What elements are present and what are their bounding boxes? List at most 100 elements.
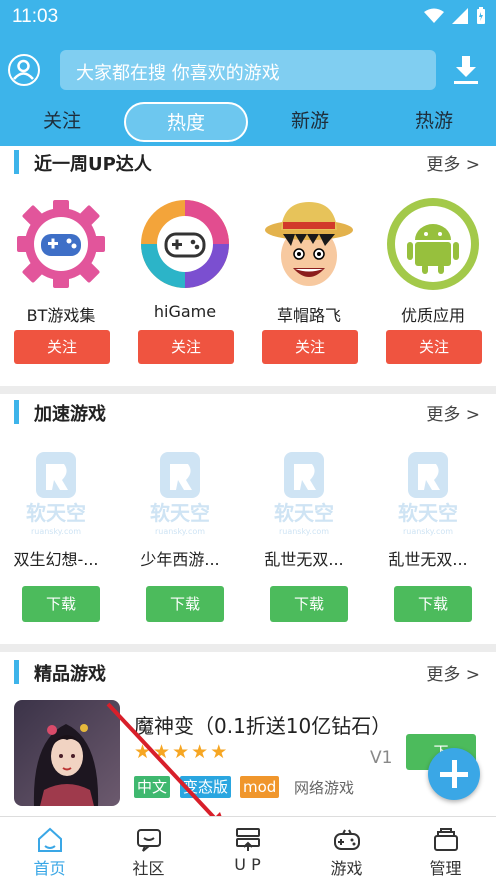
nav-label: 首页 [33,859,66,878]
ruansky-logo-icon: 软天空 ruansky.com [12,450,100,540]
section-accent [14,660,19,684]
star-icon: ★ [153,741,171,763]
nav-up[interactable]: U P [198,817,297,882]
ruansky-logo-icon: 软天空 ruansky.com [136,450,224,540]
gamepad-icon [334,829,360,850]
up-name: BT游戏集 [26,306,96,325]
nav-label: 管理 [429,859,462,878]
up-name: 优质应用 [400,306,465,325]
signal-icon [452,8,468,24]
game-name: 乱世无双... [264,550,344,569]
logo-sub: ruansky.com [279,527,329,536]
search-placeholder: 大家都在搜 你喜欢的游戏 [76,63,280,84]
tab-hot[interactable]: 热度 [124,102,248,142]
tab-popular[interactable]: 热游 [372,102,496,142]
higame-icon [141,200,229,288]
tag-bt: 变态版 [180,776,232,798]
game-cover-image [14,700,120,806]
android-icon [387,198,479,290]
bottom-nav: 首页 社区 U P 游戏 管理 [0,816,496,882]
category-tabs: 关注 热度 新游 热游 [0,102,496,142]
system-icons [424,7,486,25]
section-accent [14,150,19,174]
download-button[interactable]: 下载 [270,586,348,622]
star-icon: ★ [172,741,190,763]
nav-label: 社区 [132,859,165,878]
more-link[interactable]: 更多 > [426,400,480,425]
up-item[interactable]: 优质应用 关注 [378,194,488,374]
tab-new[interactable]: 新游 [248,102,372,142]
follow-button[interactable]: 关注 [138,330,234,364]
logo-text: 软天空 [398,501,458,525]
up-item[interactable]: 草帽路飞 关注 [254,194,364,374]
nav-label: 游戏 [330,859,363,878]
game-item[interactable]: 软天空 ruansky.com 乱世无双... 下载 [248,450,358,630]
logo-sub: ruansky.com [31,527,81,536]
star-icon: ★ [210,741,228,763]
ruansky-logo-icon: 软天空 ruansky.com [384,450,472,540]
game-item[interactable]: 软天空 ruansky.com 乱世无双... 下载 [372,450,482,630]
logo-text: 软天空 [26,501,86,525]
search-input[interactable]: 大家都在搜 你喜欢的游戏 [60,50,436,90]
game-name: 少年西游... [140,550,220,569]
nav-manage[interactable]: 管理 [396,817,495,882]
star-icon: ★ [134,741,152,763]
up-item[interactable]: BT游戏集 关注 [6,194,116,374]
download-button[interactable]: 下载 [394,586,472,622]
game-category: 网络游戏 [294,779,355,797]
wifi-icon [424,8,444,23]
battery-icon [477,7,485,24]
featured-section: 精品游戏 更多 > 魔神变（0.1折送10亿钻石） ★ ★ ★ ★ ★ V1 中文 变态… [0,652,496,816]
game-name: 乱世无双... [388,550,468,569]
community-icon [137,829,161,852]
up-name: 草帽路飞 [276,306,341,325]
manage-icon [434,828,458,851]
plus-icon [440,760,468,788]
follow-button[interactable]: 关注 [14,330,110,364]
up-section: 近一周UP达人 更多 > BT游戏集 关注 hiGame 关注 草帽路飞 关注 … [0,146,496,386]
up-item[interactable]: hiGame 关注 [130,194,240,374]
up-icon [236,828,260,851]
speed-games-section: 加速游戏 更多 > 软天空 ruansky.com 双生幻想-... 下载 软天… [0,394,496,644]
section-title: 精品游戏 [34,664,106,685]
version-label: V1 [370,748,393,768]
add-fab-button[interactable] [428,748,480,800]
rating-stars: ★ ★ ★ ★ ★ [134,742,227,762]
more-link[interactable]: 更多 > [426,660,480,685]
logo-text: 软天空 [150,501,210,525]
download-button[interactable]: 下载 [22,586,100,622]
app-header: 11:03 大家都在搜 你喜欢的游戏 关注 热度 新游 热游 [0,0,496,146]
nav-label: U P [234,855,261,874]
home-icon [38,827,62,852]
download-button[interactable]: 下载 [146,586,224,622]
nav-games[interactable]: 游戏 [297,817,396,882]
nav-community[interactable]: 社区 [99,817,198,882]
game-item[interactable]: 软天空 ruansky.com 双生幻想-... 下载 [0,450,110,630]
ruansky-logo-icon: 软天空 ruansky.com [260,450,348,540]
section-accent [14,400,19,424]
featured-game-row[interactable]: 魔神变（0.1折送10亿钻石） ★ ★ ★ ★ ★ V1 中文 变态版 mod 网络游戏… [0,698,496,812]
star-icon: ★ [191,741,209,763]
tag-mod: mod [240,776,280,798]
tag-chinese: 中文 [134,776,171,798]
follow-button[interactable]: 关注 [386,330,482,364]
download-icon[interactable] [452,54,480,86]
logo-text: 软天空 [274,501,334,525]
gear-gamepad-icon [17,200,105,288]
tab-follow[interactable]: 关注 [0,102,124,142]
status-time: 11:03 [12,6,59,27]
more-link[interactable]: 更多 > [426,150,480,175]
game-item[interactable]: 软天空 ruansky.com 少年西游... 下载 [124,450,234,630]
follow-button[interactable]: 关注 [262,330,358,364]
nav-home[interactable]: 首页 [0,817,99,882]
status-bar: 11:03 [0,0,496,34]
game-name: 双生幻想-... [13,550,99,569]
up-name: hiGame [153,302,217,321]
logo-sub: ruansky.com [155,527,205,536]
section-title: 近一周UP达人 [34,154,152,175]
section-title: 加速游戏 [34,404,106,425]
user-avatar-icon[interactable] [8,54,40,86]
game-title: 魔神变（0.1折送10亿钻石） [134,714,392,738]
luffy-avatar-icon [265,202,353,286]
logo-sub: ruansky.com [403,527,453,536]
